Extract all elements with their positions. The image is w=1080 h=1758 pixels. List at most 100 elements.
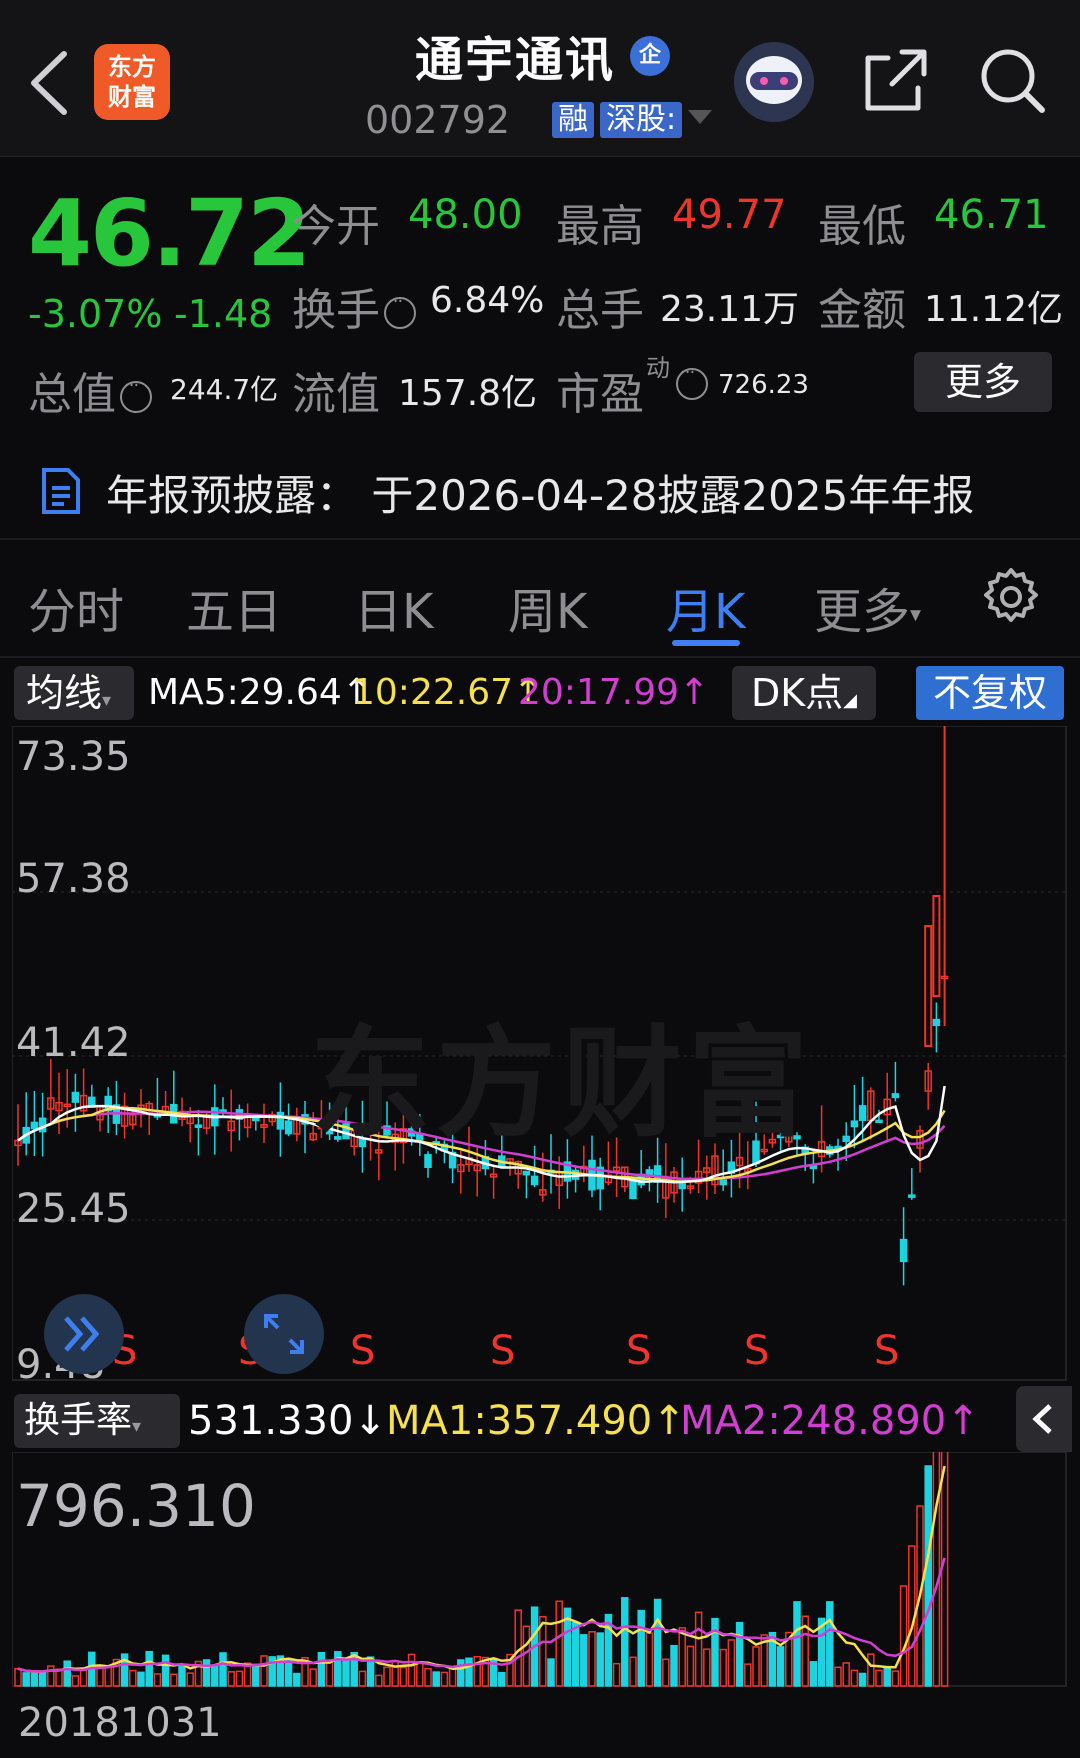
caret-down-icon: ▾ — [102, 690, 112, 711]
pe-value: 726.23 — [718, 370, 809, 400]
turnover-bar — [399, 1666, 408, 1687]
turnover-bar — [358, 1670, 367, 1687]
info-icon[interactable] — [676, 362, 708, 400]
more-quote-button[interactable]: 更多 — [914, 352, 1052, 412]
tab-monthly-k[interactable]: 月K — [666, 572, 745, 642]
price-axis-label: 41.42 — [16, 1020, 131, 1066]
volume-value: 23.11万 — [660, 289, 800, 330]
notice-text: 年报预披露： 于2026-04-28披露2025年年报 — [106, 471, 975, 520]
price-axis-label: 57.38 — [16, 856, 131, 902]
divider — [0, 538, 1080, 540]
turnover-bar — [555, 1600, 563, 1687]
turnover-bar — [883, 1666, 891, 1687]
turnover-bar — [776, 1646, 785, 1687]
mktcap-value: 244.7亿 — [170, 373, 279, 406]
turnover-bar — [457, 1659, 465, 1687]
turnover-bar — [30, 1672, 39, 1687]
share-icon[interactable] — [862, 48, 928, 114]
turnover-bar — [260, 1655, 268, 1687]
info-icon[interactable] — [384, 291, 416, 329]
tab-weekly-k[interactable]: 周K — [508, 572, 587, 642]
ma-selector[interactable]: 均线▾ — [14, 666, 134, 720]
indicator-selector-label: 换手率 — [24, 1400, 133, 1441]
caret-down-icon: ▾ — [910, 602, 922, 628]
market-tag[interactable]: 深股: — [600, 102, 683, 138]
expand-right-button[interactable] — [44, 1294, 124, 1374]
logo-text-1: 东方 — [108, 53, 156, 81]
turnover-bar — [498, 1671, 506, 1687]
dk-point-label: DK点 — [750, 671, 844, 715]
float-value: 157.8亿 — [398, 373, 538, 414]
stock-code: 002792 — [365, 98, 511, 142]
turnover-bar — [899, 1585, 908, 1687]
low-value: 46.71 — [934, 192, 1049, 238]
app-logo[interactable]: 东方 财富 — [94, 44, 170, 120]
gear-icon[interactable] — [980, 566, 1042, 628]
turnover-bar — [432, 1671, 440, 1687]
turnover-bar — [235, 1670, 244, 1687]
sell-signal-marker: S — [626, 1328, 651, 1374]
logo-text-2: 财富 — [108, 83, 156, 111]
candle-body — [30, 1121, 39, 1130]
turnover-bar — [47, 1665, 55, 1687]
active-tab-indicator — [672, 640, 740, 646]
current-price: 46.72 — [28, 180, 311, 287]
turnover-bar — [63, 1660, 71, 1687]
corner-caret-icon: ◢ — [843, 690, 858, 711]
turnover-ma2: MA2:248.890↑ — [680, 1398, 980, 1444]
ai-assistant-icon[interactable] — [734, 42, 814, 122]
turnover-bar — [842, 1662, 850, 1687]
tag-dropdown-icon[interactable] — [688, 110, 712, 124]
adjust-type-button[interactable]: 不复权 — [916, 666, 1064, 720]
turnover-bar — [547, 1658, 555, 1687]
tab-intraday[interactable]: 分时 — [28, 572, 124, 642]
collapse-panel-button[interactable] — [1016, 1386, 1072, 1452]
turnover-bar — [178, 1664, 186, 1687]
tab-daily-k[interactable]: 日K — [354, 572, 433, 642]
turnover-bar — [383, 1666, 391, 1687]
change-amount: -1.48 — [174, 292, 273, 336]
float-label: 流值 — [292, 369, 380, 420]
candle-body — [899, 1238, 908, 1263]
turnover-bar — [448, 1667, 457, 1687]
turnover-bar — [219, 1652, 227, 1687]
ma-selector-label: 均线 — [26, 671, 103, 715]
fullscreen-button[interactable] — [244, 1294, 324, 1374]
double-chevron-icon — [64, 1316, 100, 1352]
candle-body — [38, 1117, 47, 1133]
turnover-value: 6.84% — [430, 280, 545, 321]
turnover-bar — [129, 1669, 137, 1687]
turnover-bar — [473, 1655, 481, 1687]
turnover-bar — [145, 1650, 153, 1687]
search-icon[interactable] — [978, 46, 1048, 116]
margin-tag[interactable]: 融 — [552, 102, 594, 138]
candle-body — [932, 1018, 941, 1027]
turnover-bar — [621, 1597, 629, 1687]
turnover-bar — [744, 1663, 752, 1687]
back-icon[interactable] — [24, 48, 72, 118]
turnover-bar — [850, 1669, 859, 1687]
dk-point-selector[interactable]: DK点◢ — [732, 666, 876, 720]
candle-body — [284, 1120, 293, 1135]
turnover-bar — [752, 1646, 760, 1687]
sell-signal-marker: S — [874, 1328, 899, 1374]
candle-body — [522, 1170, 531, 1176]
turnover-bar — [678, 1627, 686, 1687]
turnover-bar — [202, 1659, 211, 1687]
pe-info — [672, 362, 708, 400]
turnover-bar — [440, 1671, 449, 1687]
tab-five-day[interactable]: 五日 — [186, 572, 282, 642]
turnover-bar — [596, 1632, 604, 1687]
info-icon[interactable] — [120, 375, 152, 413]
turnover-bar — [719, 1648, 727, 1687]
turnover-bar — [71, 1675, 80, 1687]
change-percent: -3.07% — [28, 292, 163, 336]
indicator-selector[interactable]: 换手率▾ — [14, 1394, 180, 1448]
open-label: 今开 — [292, 201, 380, 252]
turnover-bar — [170, 1673, 178, 1687]
turnover-bar — [924, 1465, 932, 1687]
turnover-bar — [407, 1653, 416, 1687]
turnover-bar — [891, 1670, 900, 1687]
tab-more[interactable]: 更多▾ — [814, 572, 921, 642]
turnover-bar — [809, 1661, 818, 1687]
